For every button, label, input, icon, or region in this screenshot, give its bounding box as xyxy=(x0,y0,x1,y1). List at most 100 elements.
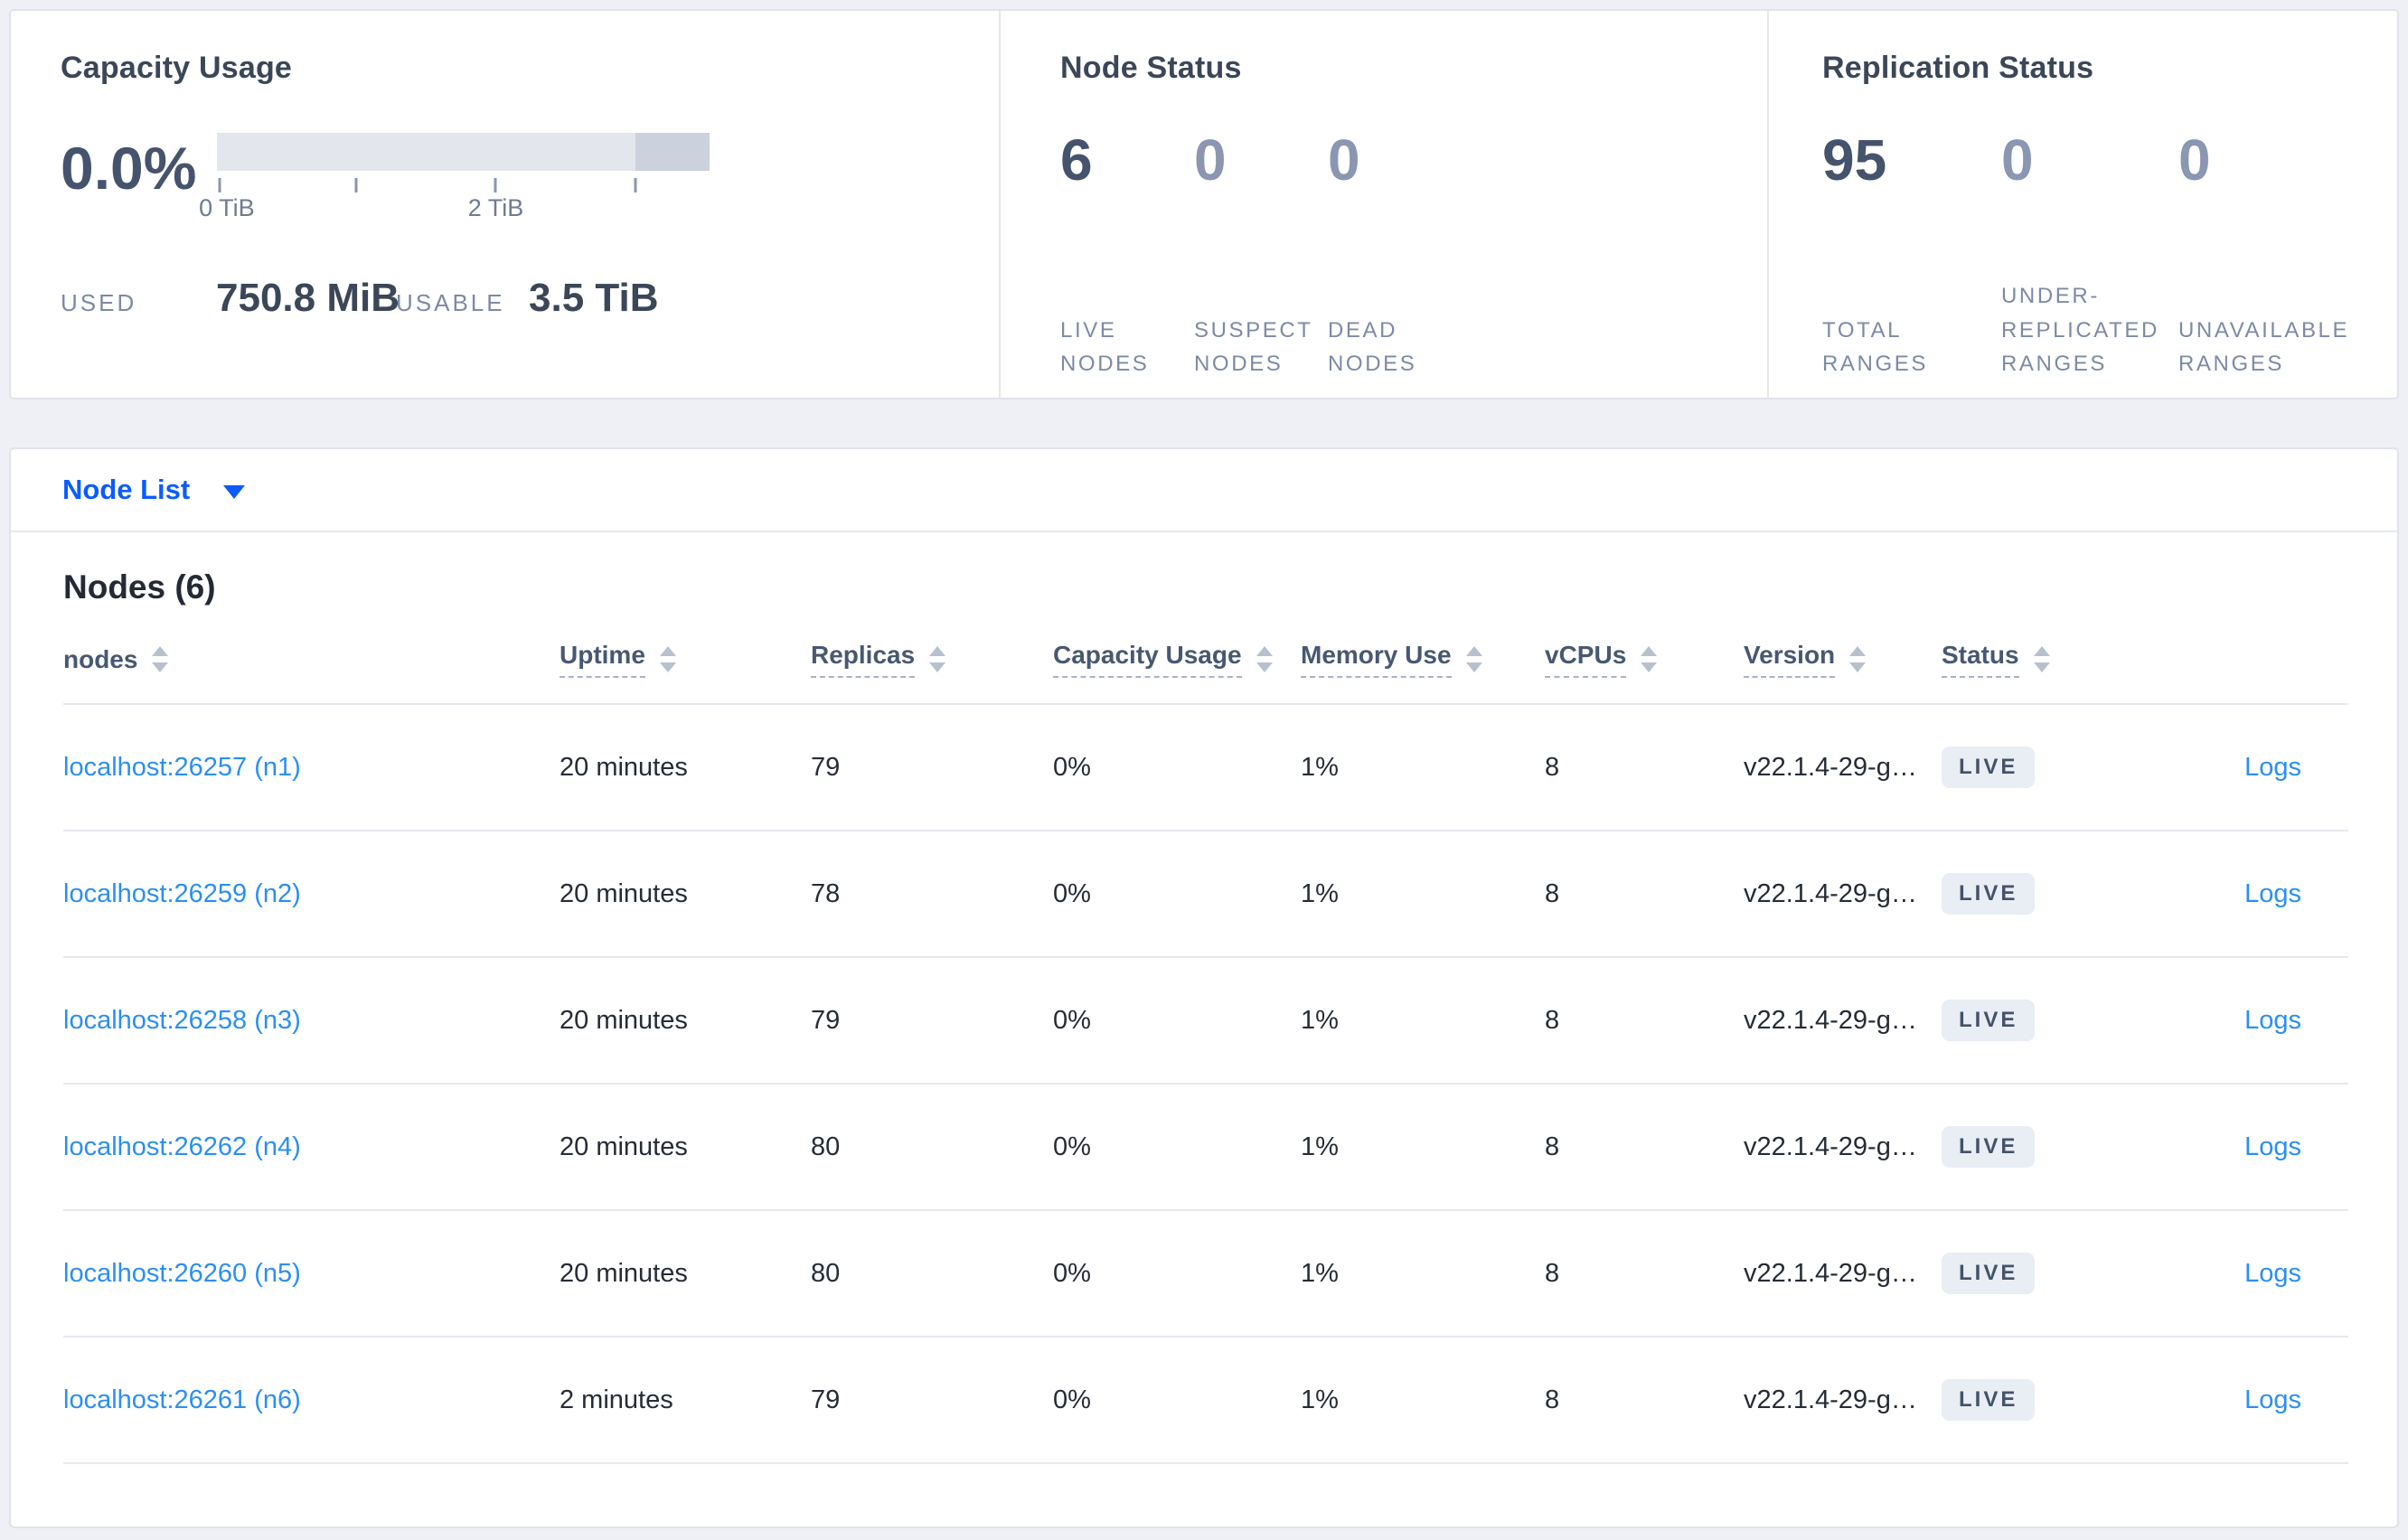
column-header-status[interactable]: Status xyxy=(1942,641,2140,678)
used-label: USED xyxy=(61,289,137,316)
capacity-axis-ticks xyxy=(217,171,710,194)
memory-use-cell: 1% xyxy=(1301,1385,1339,1414)
logs-link[interactable]: Logs xyxy=(2244,1132,2301,1161)
node-status-panel: Node Status 6 LIVE NODES 0 SUSPECT NODES… xyxy=(1001,11,1767,398)
vcpus-cell: 8 xyxy=(1545,1005,1560,1035)
uptime-cell: 20 minutes xyxy=(560,1005,688,1035)
total-ranges-label: TOTAL RANGES xyxy=(1822,317,1928,376)
live-nodes-stat: 6 LIVE NODES xyxy=(1060,111,1194,384)
column-header-version[interactable]: Version xyxy=(1744,641,1942,678)
version-cell: v22.1.4-29-g… xyxy=(1744,1385,1917,1414)
uptime-cell: 20 minutes xyxy=(560,878,688,908)
axis-tick xyxy=(634,178,637,192)
used-value: 750.8 MiB xyxy=(216,276,400,320)
nodes-table-section: Nodes (6) nodes Uptime Replicas Capacity… xyxy=(11,532,2397,1491)
capacity-percent-value: 0.0% xyxy=(61,135,197,202)
capacity-bar-chart: 0 TiB 2 TiB xyxy=(199,133,710,225)
vcpus-cell: 8 xyxy=(1545,752,1560,782)
suspect-nodes-stat: 0 SUSPECT NODES xyxy=(1194,111,1328,384)
column-header-memory-use[interactable]: Memory Use xyxy=(1301,641,1545,678)
view-selector-bar: Node List xyxy=(11,449,2397,532)
replicas-cell: 80 xyxy=(811,1132,841,1161)
under-replicated-ranges-label: UNDER- REPLICATED RANGES xyxy=(2001,284,2159,376)
under-replicated-ranges-stat: 0 UNDER- REPLICATED RANGES xyxy=(2001,111,2178,384)
column-header-vcpus[interactable]: vCPUs xyxy=(1545,641,1744,678)
column-header-nodes[interactable]: nodes xyxy=(63,645,560,674)
table-row: localhost:26260 (n5) 20 minutes 80 0% 1%… xyxy=(63,1211,2348,1338)
total-ranges-value: 95 xyxy=(1822,127,1887,192)
node-link[interactable]: localhost:26258 (n3) xyxy=(63,1006,301,1035)
table-row: localhost:26259 (n2) 20 minutes 78 0% 1%… xyxy=(63,831,2348,958)
uptime-cell: 20 minutes xyxy=(560,1132,688,1161)
usable-value: 3.5 TiB xyxy=(529,276,659,320)
logs-link[interactable]: Logs xyxy=(2244,1006,2301,1035)
vcpus-cell: 8 xyxy=(1545,1258,1560,1288)
version-cell: v22.1.4-29-g… xyxy=(1744,752,1917,782)
capacity-usage-cell: 0% xyxy=(1053,878,1091,908)
memory-use-cell: 1% xyxy=(1301,1005,1339,1035)
unavailable-ranges-label: UNAVAILABLE RANGES xyxy=(2178,317,2350,376)
version-cell: v22.1.4-29-g… xyxy=(1744,878,1917,908)
dead-nodes-value: 0 xyxy=(1328,127,1360,192)
dead-nodes-label: DEAD NODES xyxy=(1328,317,1417,376)
replicas-cell: 80 xyxy=(811,1258,841,1288)
status-badge: LIVE xyxy=(1942,747,2036,788)
suspect-nodes-label: SUSPECT NODES xyxy=(1194,317,1313,376)
capacity-usage-cell: 0% xyxy=(1053,1132,1091,1161)
capacity-bar-reserved-segment xyxy=(635,133,710,171)
replication-status-title: Replication Status xyxy=(1822,51,2094,85)
sort-icon xyxy=(659,646,676,672)
logs-link[interactable]: Logs xyxy=(2244,1385,2301,1414)
nodes-table-header: nodes Uptime Replicas Capacity Usage Mem… xyxy=(63,641,2348,705)
table-row: localhost:26261 (n6) 2 minutes 79 0% 1% … xyxy=(63,1338,2348,1464)
node-link[interactable]: localhost:26259 (n2) xyxy=(63,879,301,908)
vcpus-cell: 8 xyxy=(1545,878,1560,908)
replicas-cell: 79 xyxy=(811,1005,841,1035)
sort-icon xyxy=(1641,646,1658,672)
replicas-cell: 79 xyxy=(811,752,841,782)
total-ranges-stat: 95 TOTAL RANGES xyxy=(1822,111,2001,384)
axis-tick xyxy=(494,178,497,192)
table-row: localhost:26262 (n4) 20 minutes 80 0% 1%… xyxy=(63,1085,2348,1211)
logs-link[interactable]: Logs xyxy=(2244,1259,2301,1288)
node-status-title: Node Status xyxy=(1060,51,1242,85)
uptime-cell: 20 minutes xyxy=(560,1258,688,1288)
node-link[interactable]: localhost:26261 (n6) xyxy=(63,1385,301,1414)
sort-icon xyxy=(2033,646,2050,672)
status-badge: LIVE xyxy=(1942,1126,2036,1168)
logs-link[interactable]: Logs xyxy=(2244,753,2301,782)
sort-icon xyxy=(152,646,169,672)
vcpus-cell: 8 xyxy=(1545,1385,1560,1414)
logs-link[interactable]: Logs xyxy=(2244,879,2301,908)
capacity-usage-cell: 0% xyxy=(1053,1385,1091,1414)
version-cell: v22.1.4-29-g… xyxy=(1744,1132,1917,1161)
capacity-usage-panel: Capacity Usage 0.0% 0 TiB 2 TiB USED 750… xyxy=(11,11,999,398)
uptime-cell: 20 minutes xyxy=(560,752,688,782)
axis-label-0tib: 0 TiB xyxy=(199,194,255,221)
capacity-used-usable-row: USED 750.8 MiB USABLE 3.5 TiB xyxy=(61,276,999,321)
node-link[interactable]: localhost:26257 (n1) xyxy=(63,753,301,782)
dead-nodes-stat: 0 DEAD NODES xyxy=(1328,111,1462,384)
memory-use-cell: 1% xyxy=(1301,752,1339,782)
under-replicated-ranges-value: 0 xyxy=(2001,127,2034,192)
version-cell: v22.1.4-29-g… xyxy=(1744,1258,1917,1288)
capacity-usage-cell: 0% xyxy=(1053,1258,1091,1288)
nodes-table-body: localhost:26257 (n1) 20 minutes 79 0% 1%… xyxy=(63,705,2348,1464)
memory-use-cell: 1% xyxy=(1301,878,1339,908)
uptime-cell: 2 minutes xyxy=(560,1385,673,1414)
column-header-replicas[interactable]: Replicas xyxy=(811,641,1053,678)
status-badge: LIVE xyxy=(1942,1253,2036,1294)
version-cell: v22.1.4-29-g… xyxy=(1744,1005,1917,1035)
column-header-capacity-usage[interactable]: Capacity Usage xyxy=(1053,641,1301,678)
column-header-uptime[interactable]: Uptime xyxy=(560,641,811,678)
axis-label-2tib: 2 TiB xyxy=(467,194,524,221)
memory-use-cell: 1% xyxy=(1301,1258,1339,1288)
sort-icon xyxy=(1465,646,1482,672)
replicas-cell: 78 xyxy=(811,878,841,908)
status-badge: LIVE xyxy=(1942,1379,2036,1421)
node-list-dropdown[interactable]: Node List xyxy=(62,474,246,506)
unavailable-ranges-stat: 0 UNAVAILABLE RANGES xyxy=(2178,111,2377,384)
node-link[interactable]: localhost:26260 (n5) xyxy=(63,1259,301,1288)
node-link[interactable]: localhost:26262 (n4) xyxy=(63,1132,301,1161)
node-list-card: Node List Nodes (6) nodes Uptime Replica… xyxy=(9,447,2399,1528)
